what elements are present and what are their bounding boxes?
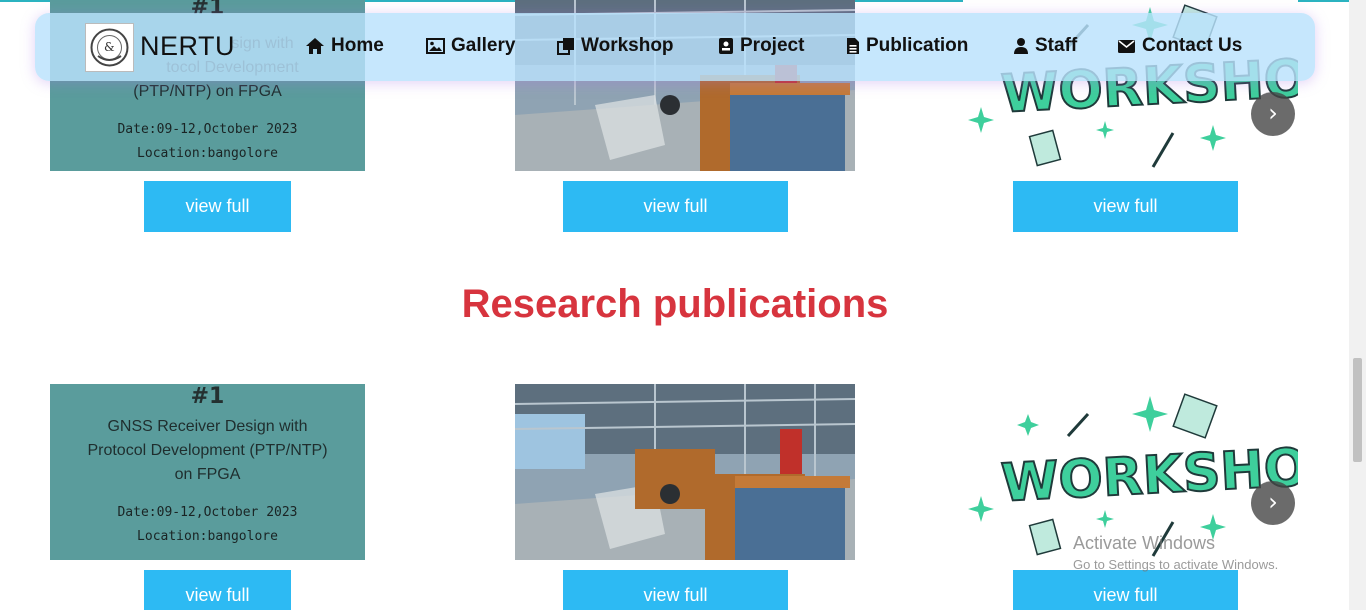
nav-label: Contact Us: [1142, 35, 1243, 56]
nav-workshop[interactable]: Workshop: [557, 33, 674, 59]
card-title: GNSS Receiver Design with Protocol Devel…: [87, 418, 328, 483]
watermark-line2: Go to Settings to activate Windows.: [1073, 557, 1279, 572]
envelope-icon: [1118, 39, 1135, 53]
scrollbar-thumb[interactable]: [1353, 358, 1362, 462]
image-icon: [426, 38, 445, 54]
logo[interactable]: &: [85, 23, 134, 72]
activate-windows-watermark: Activate Windows Go to Settings to activ…: [1073, 533, 1278, 572]
svg-text:&: &: [104, 40, 115, 54]
nav-publication[interactable]: Publication: [846, 33, 968, 59]
view-full-button[interactable]: view full: [1013, 570, 1238, 610]
watermark-line1: Activate Windows: [1073, 533, 1216, 553]
view-full-button[interactable]: view full: [144, 570, 291, 610]
carousel-next-button-top[interactable]: ›: [1251, 92, 1295, 136]
brand-name[interactable]: NERTU: [140, 31, 235, 62]
home-icon: [306, 38, 324, 54]
view-full-button[interactable]: view full: [144, 181, 291, 232]
nav-staff[interactable]: Staff: [1013, 33, 1077, 59]
card-date: Date:09-12,October 2023: [117, 122, 298, 137]
card-meta: Date:09-12,October 2023 Location:bangolo…: [50, 118, 365, 166]
nav-label: Gallery: [451, 35, 516, 56]
nav-label: Staff: [1035, 35, 1078, 56]
nav-gallery[interactable]: Gallery: [426, 33, 515, 59]
lab-photo-image: [515, 384, 855, 560]
view-full-button[interactable]: view full: [1013, 181, 1238, 232]
logo-emblem: &: [90, 28, 129, 67]
nav-label: Home: [331, 35, 384, 56]
card-title-line3: (PTP/NTP) on FPGA: [133, 83, 282, 100]
publication-card-info[interactable]: #1 GNSS Receiver Design with Protocol De…: [50, 384, 365, 560]
page: #1 sign with tocol Development (PTP/NTP)…: [0, 0, 1366, 610]
card-number: #1: [190, 384, 225, 409]
card-meta: Date:09-12,October 2023 Location:bangolo…: [50, 501, 365, 549]
card-location: Location:bangolore: [137, 529, 278, 544]
copy-icon: [557, 38, 574, 55]
view-full-button[interactable]: view full: [563, 570, 788, 610]
file-icon: [847, 38, 859, 54]
card-location: Location:bangolore: [137, 146, 278, 161]
navbar: & NERTU Home Gallery Workshop Project Pu…: [35, 13, 1315, 81]
nav-label: Workshop: [581, 35, 674, 56]
user-icon: [1014, 38, 1028, 54]
nav-label: Project: [740, 35, 805, 56]
nav-label: Publication: [866, 35, 969, 56]
nav-home[interactable]: Home: [305, 33, 384, 59]
view-full-button[interactable]: view full: [563, 181, 788, 232]
carousel-next-button-bottom[interactable]: ›: [1251, 481, 1295, 525]
card-date: Date:09-12,October 2023: [117, 505, 298, 520]
id-badge-icon: [719, 38, 733, 54]
page-scrollbar[interactable]: [1349, 0, 1366, 610]
section-title: Research publications: [461, 282, 889, 326]
nav-project[interactable]: Project: [718, 33, 804, 59]
lab-photo-bottom[interactable]: [515, 384, 855, 560]
nav-contact[interactable]: Contact Us: [1117, 33, 1242, 59]
